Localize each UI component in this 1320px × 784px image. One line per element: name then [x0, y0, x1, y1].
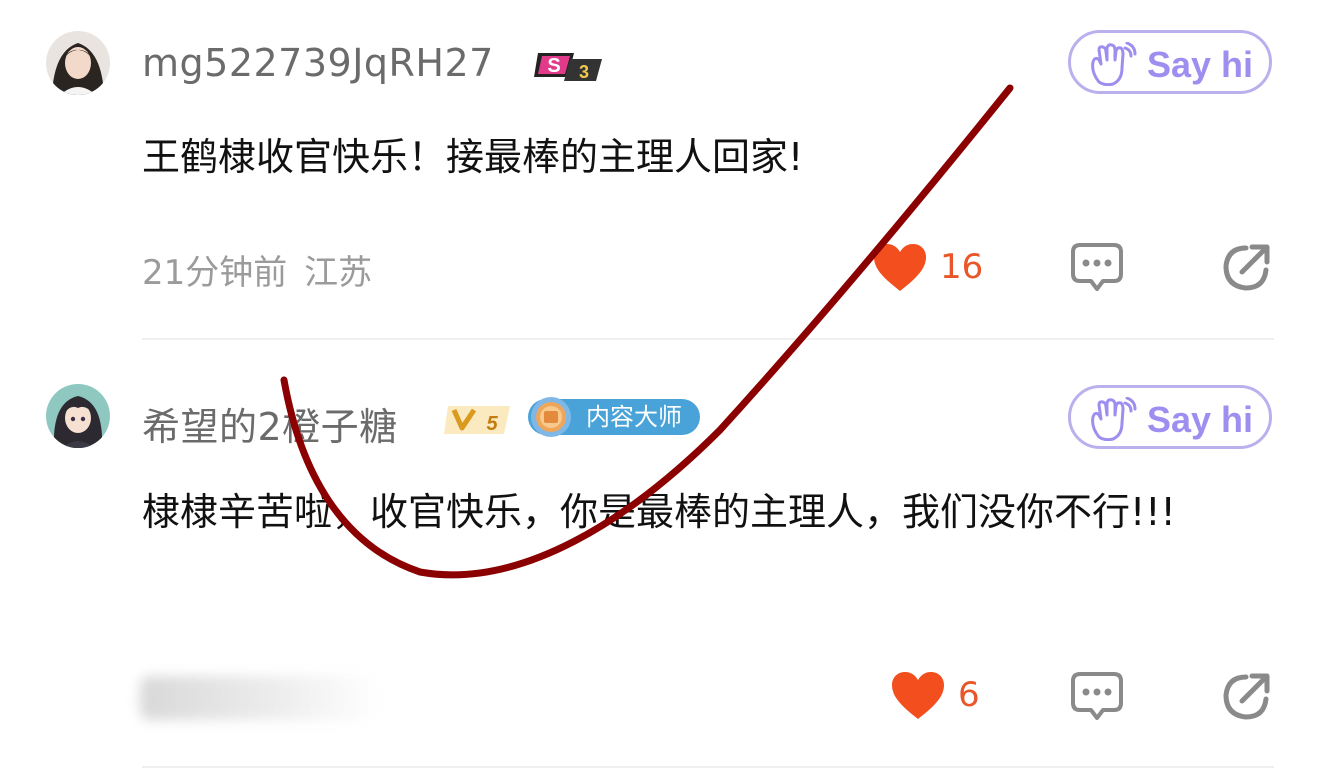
divider [142, 766, 1274, 768]
avatar[interactable] [46, 31, 110, 95]
comment-text: 王鹤棣收官快乐！接最棒的主理人回家! [142, 135, 804, 179]
say-hi-button[interactable]: Say hi [1068, 385, 1272, 449]
honor-badge-label: 内容大师 [586, 403, 682, 431]
say-hi-button[interactable]: Say hi [1068, 30, 1272, 94]
level-badge: S 3 [534, 47, 604, 82]
like-button[interactable]: 16 [872, 243, 984, 291]
heart-icon [874, 244, 926, 291]
like-count: 6 [958, 675, 980, 715]
share-icon [1223, 673, 1270, 720]
blurred-meta [140, 676, 380, 720]
svg-text:S: S [547, 55, 560, 77]
like-count: 16 [940, 247, 984, 287]
say-hi-label: Say hi [1147, 399, 1254, 440]
say-hi-label: Say hi [1147, 44, 1254, 85]
wave-hand-icon [1091, 42, 1137, 86]
share-button[interactable] [1222, 242, 1272, 296]
share-icon [1223, 244, 1270, 291]
svg-text:5: 5 [486, 413, 498, 435]
comment-icon [1071, 672, 1123, 720]
honor-badge[interactable]: 内容大师 [528, 397, 700, 437]
wave-hand-icon [1091, 397, 1137, 441]
comment-text: 棣棣辛苦啦，收官快乐，你是最棒的主理人，我们没你不行!!! [142, 490, 1176, 534]
timestamp: 21分钟前 [142, 253, 288, 293]
svg-text:3: 3 [579, 62, 589, 82]
comment-icon [1071, 243, 1123, 291]
avatar[interactable] [46, 384, 110, 448]
like-button[interactable]: 6 [890, 671, 990, 719]
location: 江苏 [304, 253, 373, 293]
username[interactable]: 希望的2橙子糖 [142, 396, 398, 451]
username[interactable]: mg522739JqRH27 [142, 41, 494, 85]
comment-meta: 21分钟前 江苏 [142, 245, 372, 294]
reply-button[interactable] [1070, 241, 1124, 297]
medal-icon [531, 397, 571, 437]
share-button[interactable] [1222, 671, 1272, 725]
level-badge: 5 [444, 402, 514, 436]
heart-icon [892, 672, 944, 719]
reply-button[interactable] [1070, 670, 1124, 726]
divider [142, 338, 1274, 340]
